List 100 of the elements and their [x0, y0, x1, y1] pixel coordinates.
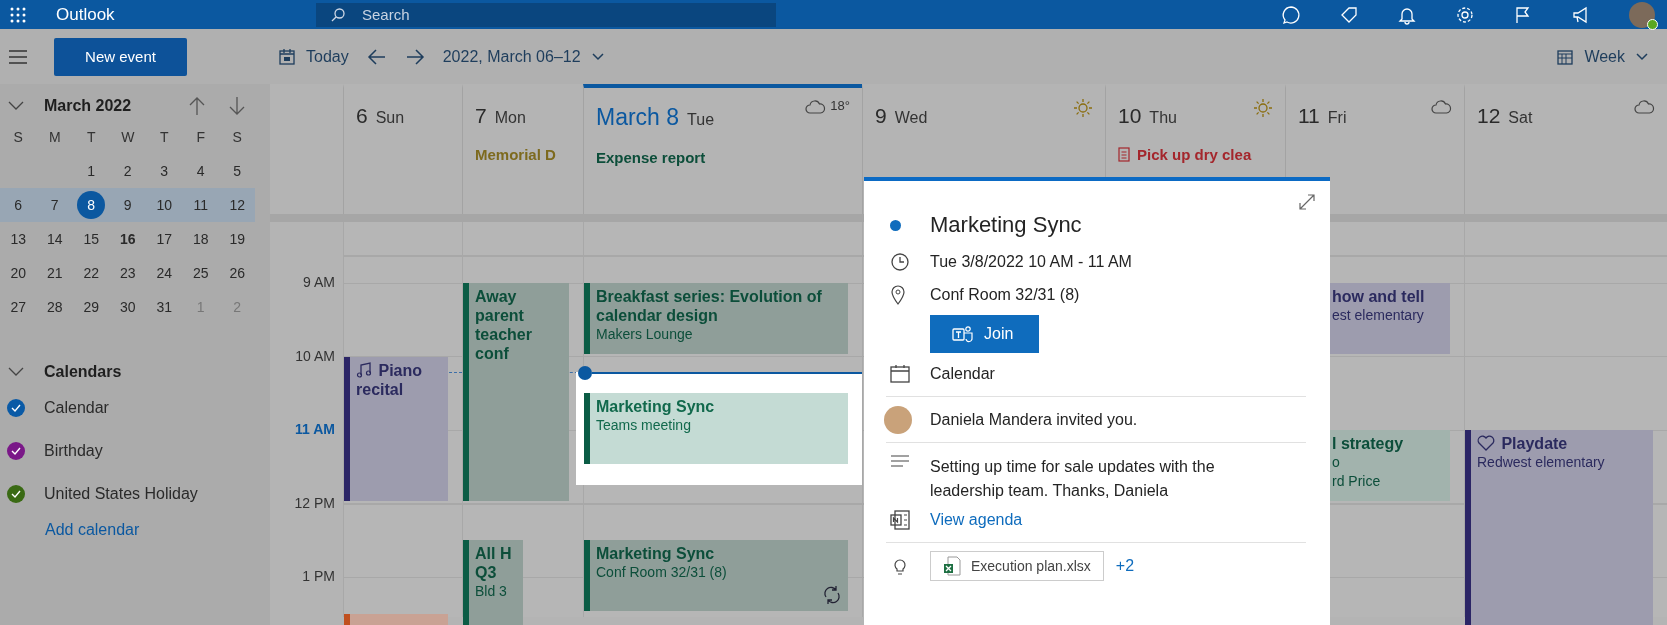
join-button[interactable]: Join [930, 315, 1040, 353]
date-cell[interactable]: 26 [223, 259, 252, 287]
settings-icon[interactable] [1455, 4, 1475, 25]
all-day-event[interactable]: Pick up dry clea [1118, 146, 1273, 163]
event-title: Marketing Sync [596, 397, 716, 417]
event-block[interactable]: All H Q3 Bld 3 [463, 540, 523, 625]
event-detail: rd Price [1332, 472, 1382, 491]
chevron-down-icon [1635, 51, 1649, 62]
date-cell[interactable]: 18 [186, 225, 215, 253]
weekday-label: T [85, 129, 97, 145]
date-cell[interactable]: 27 [4, 293, 33, 321]
event-title: All H Q3 [475, 544, 513, 583]
date-cell[interactable]: 31 [150, 293, 179, 321]
day-number: 12 [1477, 104, 1501, 128]
date-cell[interactable]: 6 [4, 191, 33, 219]
today-button[interactable]: Today [278, 47, 349, 66]
app-launcher-icon[interactable] [10, 6, 26, 23]
event-description: Setting up time for sale updates with the leadership team. Thanks, Daniela [930, 457, 1216, 501]
section-title: Calendars [44, 363, 122, 381]
date-cell[interactable]: 24 [150, 259, 179, 287]
event-block[interactable]: Playdate Redwest elementary [1465, 430, 1653, 625]
notebook-icon [890, 509, 910, 530]
search-field[interactable]: Search [316, 2, 776, 27]
add-calendar-link[interactable]: Add calendar [0, 521, 270, 539]
event-block[interactable]: Breakfast series: Evolution of calendar design Makers Lounge [584, 283, 848, 354]
location-pin-icon [890, 284, 906, 305]
checkbox-icon[interactable] [6, 483, 26, 504]
up-arrow-icon[interactable] [188, 96, 206, 116]
date-cell[interactable]: 15 [77, 225, 106, 253]
cloud-icon [1430, 98, 1452, 114]
sun-icon [1253, 98, 1273, 118]
date-cell[interactable]: 19 [223, 225, 252, 253]
checkbox-icon[interactable] [6, 397, 26, 418]
event-block[interactable]: Away parent teacher conf [463, 283, 569, 501]
date-cell[interactable]: 28 [40, 293, 69, 321]
view-agenda-link[interactable]: View agenda [930, 510, 1023, 529]
weekday-label: F [195, 129, 207, 145]
chat-icon[interactable] [1281, 4, 1301, 25]
all-day-event[interactable]: Expense report [596, 149, 850, 166]
new-event-button[interactable]: New event [54, 37, 187, 76]
event-block[interactable]: Piano recital [344, 356, 448, 501]
date-cell[interactable]: 10 [150, 191, 179, 219]
date-cell[interactable]: 12 [223, 191, 252, 219]
day-number: 7 [475, 104, 487, 128]
day-name: Thu [1149, 109, 1177, 127]
event-detail: Makers Lounge [596, 325, 694, 344]
event-detail: Bld 3 [475, 582, 508, 602]
next-arrow-icon[interactable] [404, 47, 425, 66]
down-arrow-icon[interactable] [228, 96, 246, 116]
event-detail: Teams meeting [596, 416, 692, 436]
day-name: Fri [1327, 109, 1347, 127]
date-range-dropdown[interactable]: 2022, March 06–12 [442, 47, 605, 66]
date-cell[interactable]: 21 [40, 259, 69, 287]
event-block[interactable]: Marketing Sync Conf Room 32/31 (8) [584, 540, 848, 611]
tag-icon[interactable] [1339, 4, 1359, 25]
event-title: Marketing Sync [930, 212, 1082, 238]
cloud-icon [804, 98, 827, 114]
event-title: Playdate [1477, 434, 1647, 453]
date-cell[interactable]: 25 [186, 259, 215, 287]
expand-icon[interactable] [1298, 193, 1316, 211]
calendar-icon [890, 363, 910, 384]
date-cell[interactable]: 17 [150, 225, 179, 253]
view-dropdown[interactable]: Week [1556, 47, 1649, 66]
chevron-icon[interactable] [8, 367, 24, 377]
date-cell[interactable]: 9 [113, 191, 142, 219]
date-cell[interactable]: 5 [223, 157, 252, 185]
attachment-name: Execution plan.xlsx [971, 557, 1091, 574]
date-cell[interactable]: 20 [4, 259, 33, 287]
date-cell[interactable]: 22 [77, 259, 106, 287]
date-cell[interactable]: 7 [40, 191, 69, 219]
date-cell[interactable]: 14 [40, 225, 69, 253]
attachment-chip[interactable]: Execution plan.xlsx [930, 550, 1104, 581]
day-number: March 8 [596, 104, 680, 131]
date-cell[interactable]: 2 [113, 157, 142, 185]
more-attachments-link[interactable]: +2 [1115, 556, 1135, 575]
chevron-icon[interactable] [8, 101, 24, 111]
calendar-name[interactable]: United States Holiday [44, 484, 198, 503]
date-cell[interactable]: 30 [113, 293, 142, 321]
checkbox-icon[interactable] [6, 440, 26, 461]
date-cell[interactable]: 3 [150, 157, 179, 185]
menu-icon[interactable] [8, 49, 28, 64]
date-cell[interactable]: 13 [4, 225, 33, 253]
date-cell[interactable]: 16 [113, 225, 142, 253]
avatar[interactable] [1629, 1, 1655, 28]
event-title: Away parent teacher conf [475, 287, 533, 363]
calendar-name[interactable]: Birthday [44, 441, 103, 460]
date-cell[interactable]: 11 [186, 191, 215, 219]
search-icon [330, 6, 346, 23]
date-cell[interactable]: 4 [186, 157, 215, 185]
date-cell[interactable]: 23 [113, 259, 142, 287]
event-detail: Conf Room 32/31 (8) [596, 563, 728, 583]
previous-arrow-icon[interactable] [366, 47, 387, 66]
calendar-name[interactable]: Calendar [44, 398, 109, 417]
time-label: 1 PM [302, 568, 335, 584]
grid-calendar-icon [1556, 47, 1575, 66]
event-block[interactable]: Marketing Sync Teams meeting [584, 393, 848, 464]
date-cell[interactable]: 1 [77, 157, 106, 185]
date-cell[interactable]: 8 [77, 191, 106, 219]
month-title: March 2022 [44, 97, 132, 115]
date-cell[interactable]: 29 [77, 293, 106, 321]
